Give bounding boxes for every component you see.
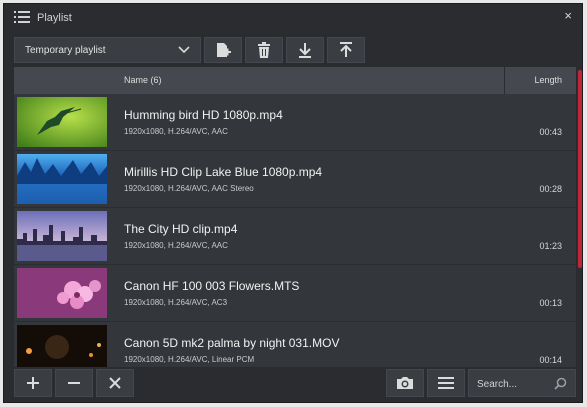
x-icon	[109, 377, 121, 389]
move-down-button[interactable]	[286, 37, 324, 63]
file-meta: 1920x1080, H.264/AVC, AAC Stereo	[124, 184, 254, 193]
add-file-button[interactable]	[204, 37, 242, 63]
file-meta: 1920x1080, H.264/AVC, AC3	[124, 298, 228, 307]
video-thumbnail	[17, 268, 107, 318]
video-thumbnail	[17, 97, 107, 147]
list-item[interactable]: Mirillis HD Clip Lake Blue 1080p.mp4 192…	[14, 151, 576, 208]
move-up-icon	[340, 42, 352, 57]
file-name: Canon 5D mk2 palma by night 031.MOV	[124, 336, 340, 350]
snapshot-button[interactable]	[386, 369, 424, 397]
list-item[interactable]: The City HD clip.mp4 1920x1080, H.264/AV…	[14, 208, 576, 265]
move-up-button[interactable]	[327, 37, 365, 63]
search-box	[468, 369, 576, 397]
playlist-window: Playlist × Temporary playlist Name (6) L…	[3, 3, 583, 403]
menu-icon	[438, 377, 454, 389]
video-thumbnail	[17, 211, 107, 261]
trash-icon	[258, 42, 270, 58]
file-meta: 1920x1080, H.264/AVC, Linear PCM	[124, 355, 255, 364]
add-file-icon	[217, 43, 231, 57]
camera-icon	[397, 377, 413, 389]
playlist-icon	[14, 11, 30, 23]
close-button[interactable]: ×	[564, 8, 572, 23]
list-item[interactable]: Canon 5D mk2 palma by night 031.MOV 1920…	[14, 322, 576, 367]
name-column-header[interactable]: Name (6)	[124, 75, 162, 85]
clear-button[interactable]	[96, 369, 134, 397]
title-bar: Playlist ×	[4, 4, 582, 32]
plus-icon	[27, 377, 39, 389]
file-name: Humming bird HD 1080p.mp4	[124, 108, 283, 122]
column-divider	[504, 67, 505, 94]
video-thumbnail	[17, 325, 107, 367]
file-duration: 00:28	[539, 184, 562, 194]
menu-button[interactable]	[427, 369, 465, 397]
file-name: The City HD clip.mp4	[124, 222, 238, 236]
list-item[interactable]: Canon HF 100 003 Flowers.MTS 1920x1080, …	[14, 265, 576, 322]
search-icon[interactable]	[554, 377, 567, 390]
playlist-list: Humming bird HD 1080p.mp4 1920x1080, H.2…	[14, 94, 576, 367]
file-duration: 00:43	[539, 127, 562, 137]
file-duration: 00:13	[539, 298, 562, 308]
chevron-down-icon	[178, 46, 190, 54]
delete-button[interactable]	[245, 37, 283, 63]
add-button[interactable]	[14, 369, 52, 397]
length-column-header[interactable]: Length	[534, 75, 562, 85]
video-thumbnail	[17, 154, 107, 204]
scrollbar[interactable]	[578, 70, 582, 268]
file-meta: 1920x1080, H.264/AVC, AAC	[124, 241, 228, 250]
window-title: Playlist	[37, 12, 72, 24]
list-item[interactable]: Humming bird HD 1080p.mp4 1920x1080, H.2…	[14, 94, 576, 151]
file-duration: 00:14	[539, 355, 562, 365]
file-meta: 1920x1080, H.264/AVC, AAC	[124, 127, 228, 136]
file-name: Mirillis HD Clip Lake Blue 1080p.mp4	[124, 165, 323, 179]
file-name: Canon HF 100 003 Flowers.MTS	[124, 279, 300, 293]
minus-icon	[68, 382, 80, 384]
remove-button[interactable]	[55, 369, 93, 397]
playlist-dropdown[interactable]: Temporary playlist	[14, 37, 201, 63]
move-down-icon	[299, 43, 311, 58]
playlist-dropdown-value: Temporary playlist	[25, 45, 106, 56]
file-duration: 01:23	[539, 241, 562, 251]
bottom-toolbar	[14, 369, 576, 397]
search-input[interactable]	[475, 375, 555, 393]
list-header: Name (6) Length	[14, 67, 576, 94]
